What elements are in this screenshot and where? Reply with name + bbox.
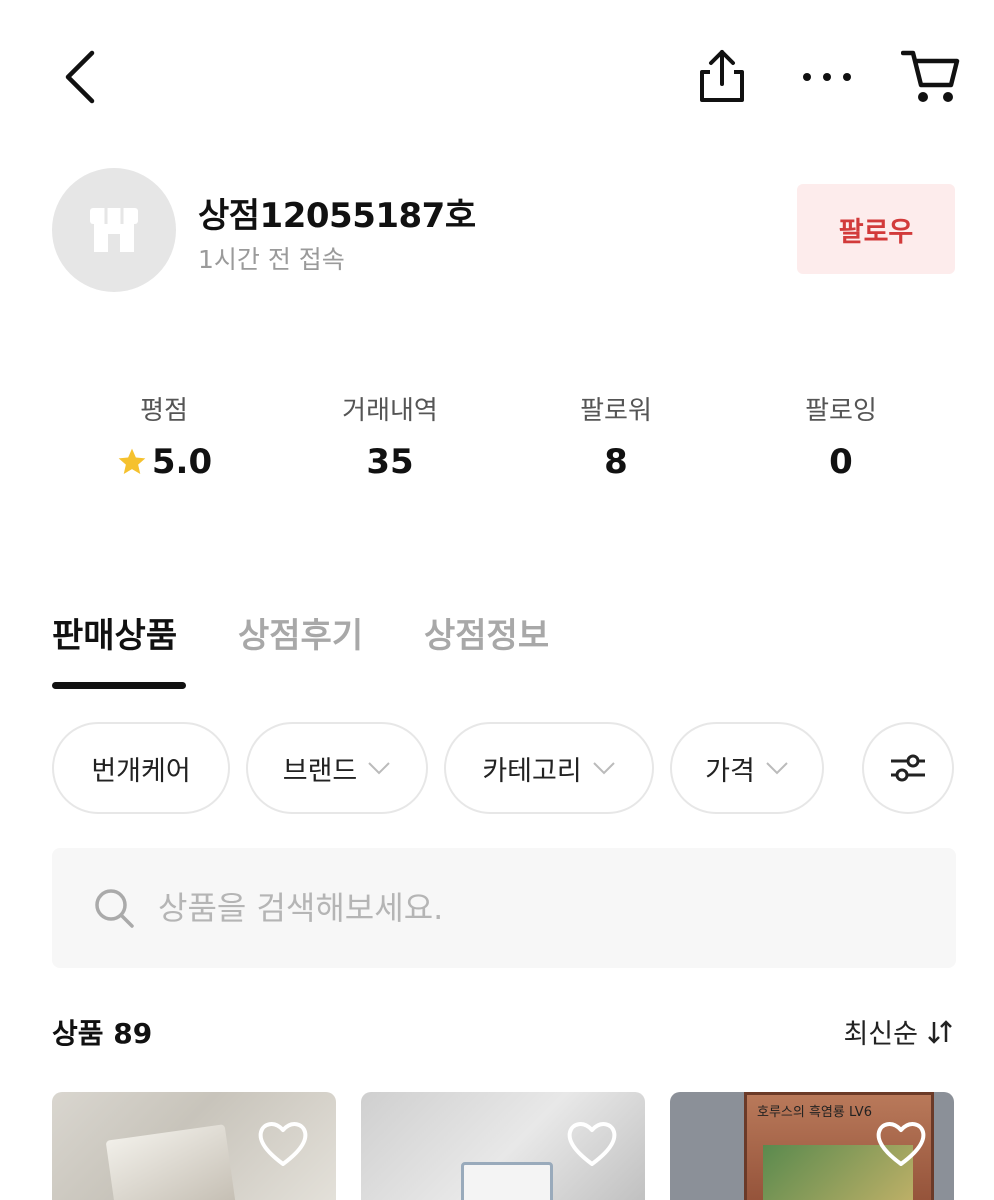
product-card[interactable]	[52, 1092, 336, 1200]
heart-icon[interactable]	[565, 1118, 619, 1168]
cart-icon	[901, 50, 960, 102]
filter-settings-button[interactable]	[862, 722, 954, 814]
chevron-down-icon	[766, 762, 788, 775]
chevron-down-icon	[368, 762, 390, 775]
filter-care[interactable]: 번개케어	[52, 722, 230, 814]
stat-label: 거래내역	[342, 396, 438, 426]
star-icon	[118, 448, 146, 474]
search-bar[interactable]	[52, 848, 956, 968]
stat-value: 35	[366, 442, 414, 482]
stat-value: 8	[604, 442, 628, 482]
filter-category[interactable]: 카테고리	[444, 722, 654, 814]
tab-underline	[52, 682, 186, 689]
product-count: 상품 89	[52, 1017, 153, 1050]
share-icon	[700, 50, 744, 102]
product-card[interactable]: 호루스의 흑염룡 LV6	[670, 1092, 954, 1200]
tab-products[interactable]: 판매상품	[52, 608, 177, 657]
heart-icon[interactable]	[256, 1118, 310, 1168]
stat-label: 팔로잉	[805, 396, 877, 426]
product-card[interactable]	[361, 1092, 645, 1200]
search-icon	[95, 889, 134, 928]
stat-followers[interactable]: 팔로워 8	[516, 390, 716, 482]
stat-rating[interactable]: 평점 5.0	[64, 390, 264, 482]
sort-button[interactable]: 최신순	[843, 1012, 954, 1051]
tab-reviews[interactable]: 상점후기	[238, 608, 363, 657]
shop-name: 상점12055187호	[198, 196, 476, 236]
product-image	[105, 1124, 239, 1200]
sort-arrows-icon	[928, 1019, 952, 1044]
stat-label: 팔로워	[580, 396, 652, 426]
more-button[interactable]	[800, 60, 854, 94]
filter-label: 브랜드	[282, 755, 358, 787]
product-image	[461, 1162, 553, 1200]
filter-price[interactable]: 가격	[670, 722, 824, 814]
stat-label: 평점	[140, 396, 188, 426]
back-button[interactable]	[50, 44, 110, 110]
store-icon	[90, 208, 138, 252]
chevron-left-icon	[65, 50, 95, 104]
heart-icon[interactable]	[874, 1118, 928, 1168]
filter-label: 카테고리	[482, 755, 582, 787]
chevron-down-icon	[592, 762, 615, 775]
filter-label: 번개케어	[91, 755, 191, 787]
card-name-text: 호루스의 흑염룡 LV6	[757, 1105, 872, 1120]
search-input[interactable]	[158, 889, 918, 927]
sort-label: 최신순	[843, 1019, 918, 1050]
share-button[interactable]	[694, 46, 750, 106]
filter-label: 가격	[705, 755, 755, 787]
more-horizontal-icon	[803, 73, 851, 81]
last-access-text: 1시간 전 접속	[198, 245, 345, 274]
stat-following[interactable]: 팔로잉 0	[741, 390, 941, 482]
sliders-icon	[891, 754, 925, 782]
follow-button[interactable]: 팔로우	[797, 184, 955, 274]
cart-button[interactable]	[900, 46, 962, 106]
tab-info[interactable]: 상점정보	[424, 608, 549, 657]
shop-avatar[interactable]	[52, 168, 176, 292]
stat-transactions[interactable]: 거래내역 35	[290, 390, 490, 482]
stat-value: 0	[829, 442, 853, 482]
stat-value: 5.0	[151, 442, 213, 482]
filter-brand[interactable]: 브랜드	[246, 722, 428, 814]
